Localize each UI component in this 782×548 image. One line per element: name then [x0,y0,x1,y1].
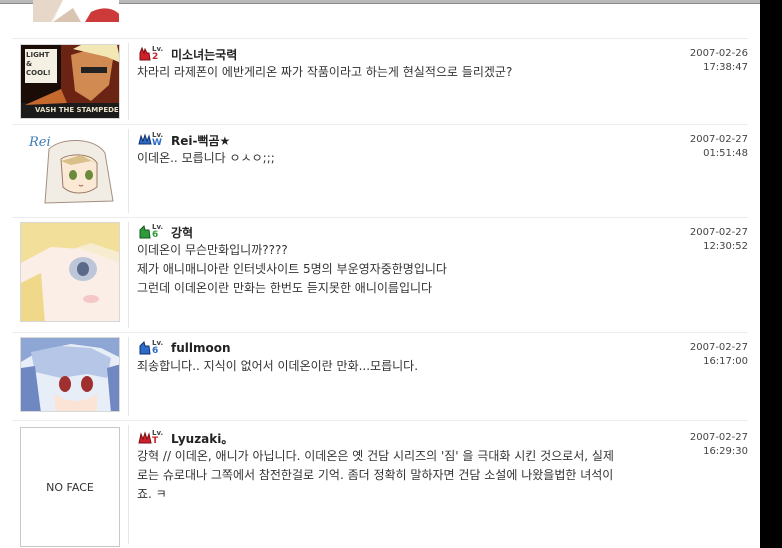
comment-line: 로는 슈로대나 그쪽에서 참전한걸로 기억. 좀더 정확히 말하자면 건담 소설… [137,468,614,482]
date: 2007-02-27 [689,342,748,353]
timestamp: 2007-02-26 17:38:47 [658,47,748,75]
timestamp: 2007-02-27 01:51:48 [658,133,748,161]
level-value: W [152,138,162,148]
level-icon: Lv. 2 [137,45,167,62]
username[interactable]: fullmoon [171,341,231,355]
avatar[interactable]: VASH THE STAMPEDE LIGHT & COOL! [20,44,120,119]
avatar-signature: Rei [29,135,51,150]
time: 12:30:52 [703,241,748,252]
time: 16:29:30 [703,446,748,457]
divider [128,43,129,120]
level-value: 6 [152,230,159,240]
comment-body: Lv. T Lyuzaki。 강혁 // 이데온, 애니가 아닙니다. 이데온은… [137,429,656,504]
comment-body: Lv. 6 강혁 이데온이 무슨만화입니까???? 제가 애니매니아란 인터넷사… [137,223,656,298]
comment-body: Lv. W Rei-뻑곰★ 이데온.. 모릅니다 ㅇㅅㅇ;;; [137,131,656,168]
username[interactable]: 강혁 [171,224,193,241]
date: 2007-02-27 [689,432,748,443]
level-value: T [152,436,159,446]
level-icon: Lv. T [137,429,167,446]
divider [128,337,129,416]
username[interactable]: Lyuzaki。 [171,430,233,447]
username[interactable]: 미소녀는국력 [171,46,237,63]
time: 01:51:48 [703,148,748,159]
comment-item: VASH THE STAMPEDE LIGHT & COOL! Lv. 2 미소… [12,38,748,124]
comment-text: 죄송합니다.. 지식이 없어서 이데온이란 만화...모릅니다. [137,359,419,373]
comment-line: 그런데 이데온이란 만화는 한번도 듣지못한 애니이름입니다 [137,281,433,295]
level-value: 6 [152,346,159,356]
comment-text: 이데온이 무슨만화입니까???? 제가 애니매니아란 인터넷사이트 5명의 부운… [137,241,656,298]
level-icon: Lv. 6 [137,223,167,240]
avatar-placeholder[interactable]: NO FACE [20,427,120,547]
divider [128,222,129,328]
date: 2007-02-27 [689,227,748,238]
comment-line: 제가 애니매니아란 인터넷사이트 5명의 부운영자중한명입니다 [137,262,447,276]
comment-line: 죠. ㅋ [137,487,167,501]
timestamp: 2007-02-27 16:17:00 [658,341,748,369]
comment-item: Rei Lv. W Rei-뻑곰★ 이데온.. 모릅니다 ㅇㅅㅇ;;; 2007… [12,124,748,217]
date: 2007-02-27 [689,134,748,145]
time: 16:17:00 [703,356,748,367]
no-face-label: NO FACE [46,480,94,494]
avatar-caption-text: VASH THE STAMPEDE [35,106,119,114]
right-scroll-area[interactable] [760,0,782,548]
comment-text: 강혁 // 이데온, 애니가 아닙니다. 이데온은 옛 건담 시리즈의 '짐' … [137,447,656,504]
comment-item: NO FACE Lv. T Lyuzaki。 강혁 // 이데온, 애니가 아닙… [12,420,748,548]
divider [128,425,129,544]
comment-line: 강혁 // 이데온, 애니가 아닙니다. 이데온은 옛 건담 시리즈의 '짐' … [137,449,614,463]
comment-item: Lv. 6 fullmoon 죄송합니다.. 지식이 없어서 이데온이란 만화.… [12,332,748,420]
time: 17:38:47 [703,62,748,73]
timestamp: 2007-02-27 16:29:30 [658,431,748,459]
level-value: 2 [152,52,159,62]
avatar[interactable]: Rei [20,130,120,205]
comment-text: 이데온.. 모릅니다 ㅇㅅㅇ;;; [137,151,275,165]
avatar[interactable] [20,337,120,412]
divider [128,129,129,213]
level-icon: Lv. 6 [137,339,167,356]
avatar-logo-text: LIGHT & COOL! [26,51,51,77]
avatar[interactable] [20,222,120,322]
comment-body: Lv. 6 fullmoon 죄송합니다.. 지식이 없어서 이데온이란 만화.… [137,339,656,376]
comment-item: Lv. 6 강혁 이데온이 무슨만화입니까???? 제가 애니매니아란 인터넷사… [12,217,748,332]
partial-avatar-previous [33,0,119,22]
comment-text: 차라리 라제폰이 에반게리온 짜가 작품이라고 하는게 현실적으로 들리겠군? [137,65,513,79]
timestamp: 2007-02-27 12:30:52 [658,226,748,254]
comment-body: Lv. 2 미소녀는국력 차라리 라제폰이 에반게리온 짜가 작품이라고 하는게… [137,45,656,82]
level-icon: Lv. W [137,131,167,148]
username[interactable]: Rei-뻑곰★ [171,132,230,149]
comment-line: 이데온이 무슨만화입니까???? [137,243,288,257]
date: 2007-02-26 [689,48,748,59]
